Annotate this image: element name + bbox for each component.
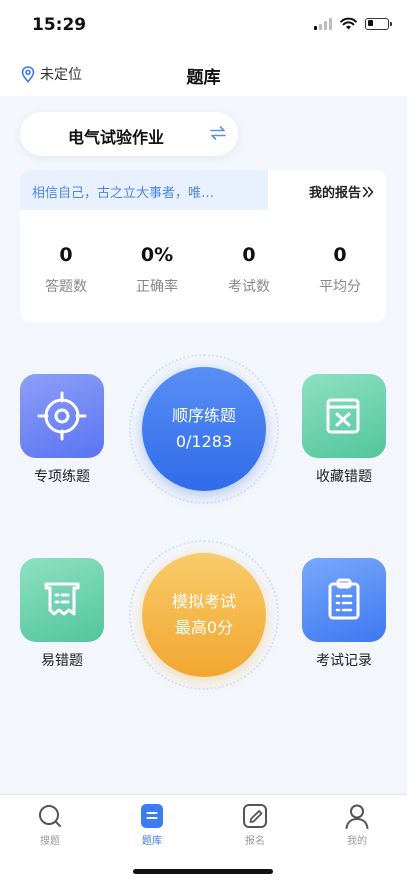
tab-label: 搜题 bbox=[40, 836, 60, 847]
swap-arrows-icon bbox=[210, 126, 226, 140]
stat-label: 考试数 bbox=[228, 279, 270, 295]
sequential-practice-button[interactable]: 顺序练题 0/1283 bbox=[142, 367, 266, 491]
tab-label: 报名 bbox=[245, 836, 265, 847]
stat-label: 平均分 bbox=[319, 279, 361, 295]
subject-selector[interactable]: 电气试验作业 bbox=[20, 112, 238, 156]
user-icon bbox=[345, 804, 369, 829]
stats-card: 相信自己，古之立大事者，唯… 我的报告 0 答题数 0% 正确率 0 考试数 0… bbox=[20, 170, 386, 322]
scroll-list-icon bbox=[44, 582, 80, 616]
stat-average: 0 平均分 bbox=[294, 244, 386, 296]
exam-records-button[interactable] bbox=[302, 558, 386, 642]
tab-profile[interactable]: 我的 bbox=[317, 803, 397, 847]
exam-records-label: 考试记录 bbox=[316, 653, 372, 669]
edit-note-icon bbox=[243, 804, 267, 828]
mock-exam-title: 模拟考试 bbox=[171, 592, 236, 611]
favorites-mistakes-label: 收藏错题 bbox=[316, 469, 372, 485]
error-prone-label: 易错题 bbox=[41, 653, 83, 669]
wifi-icon bbox=[340, 17, 357, 30]
my-report-label: 我的报告 bbox=[308, 186, 361, 201]
stat-answered: 0 答题数 bbox=[20, 244, 112, 296]
battery-icon bbox=[365, 17, 392, 30]
close-box-icon bbox=[326, 398, 360, 434]
main-content: 电气试验作业 相信自己，古之立大事者，唯… 我的报告 0 答题数 0% 正确率 … bbox=[0, 96, 407, 794]
tab-search[interactable]: 搜题 bbox=[10, 803, 90, 847]
stat-exams: 0 考试数 bbox=[203, 244, 295, 296]
sequential-practice-title: 顺序练题 bbox=[171, 406, 236, 425]
motto-banner: 相信自己，古之立大事者，唯… bbox=[20, 170, 268, 210]
special-practice-label: 专项练题 bbox=[34, 469, 90, 485]
clipboard-icon bbox=[328, 578, 360, 620]
mock-exam-button[interactable]: 模拟考试 最高0分 bbox=[142, 553, 266, 677]
cellular-signal-icon bbox=[314, 17, 332, 30]
tab-label: 题库 bbox=[142, 836, 162, 847]
double-chevron-right-icon bbox=[362, 186, 374, 198]
navigation-bar: 未定位 题库 bbox=[0, 52, 407, 96]
stat-label: 答题数 bbox=[45, 279, 87, 295]
tab-question-bank[interactable]: 题库 bbox=[112, 803, 192, 847]
status-icons bbox=[314, 17, 392, 30]
error-prone-button[interactable] bbox=[20, 558, 104, 642]
stat-value: 0 bbox=[242, 244, 256, 266]
stat-value: 0 bbox=[333, 244, 347, 266]
status-bar: 15:29 bbox=[0, 0, 407, 50]
tab-label: 我的 bbox=[347, 836, 367, 847]
motto-text: 相信自己，古之立大事者，唯… bbox=[32, 186, 215, 201]
stat-value: 0% bbox=[140, 244, 174, 266]
mock-exam-high-score: 最高0分 bbox=[174, 618, 234, 637]
subject-name: 电气试验作业 bbox=[68, 128, 165, 147]
stat-value: 0 bbox=[59, 244, 73, 266]
tab-registration[interactable]: 报名 bbox=[215, 803, 295, 847]
stat-accuracy: 0% 正确率 bbox=[111, 244, 203, 296]
page-title: 题库 bbox=[186, 68, 221, 88]
status-time: 15:29 bbox=[32, 15, 87, 35]
question-bank-icon bbox=[141, 804, 163, 828]
stat-label: 正确率 bbox=[136, 279, 178, 295]
crosshair-icon bbox=[37, 391, 87, 441]
search-icon bbox=[39, 805, 61, 827]
favorites-mistakes-button[interactable] bbox=[302, 374, 386, 458]
sequential-practice-progress: 0/1283 bbox=[175, 432, 233, 451]
home-indicator bbox=[133, 869, 273, 874]
special-practice-button[interactable] bbox=[20, 374, 104, 458]
my-report-link[interactable]: 我的报告 bbox=[309, 182, 374, 201]
